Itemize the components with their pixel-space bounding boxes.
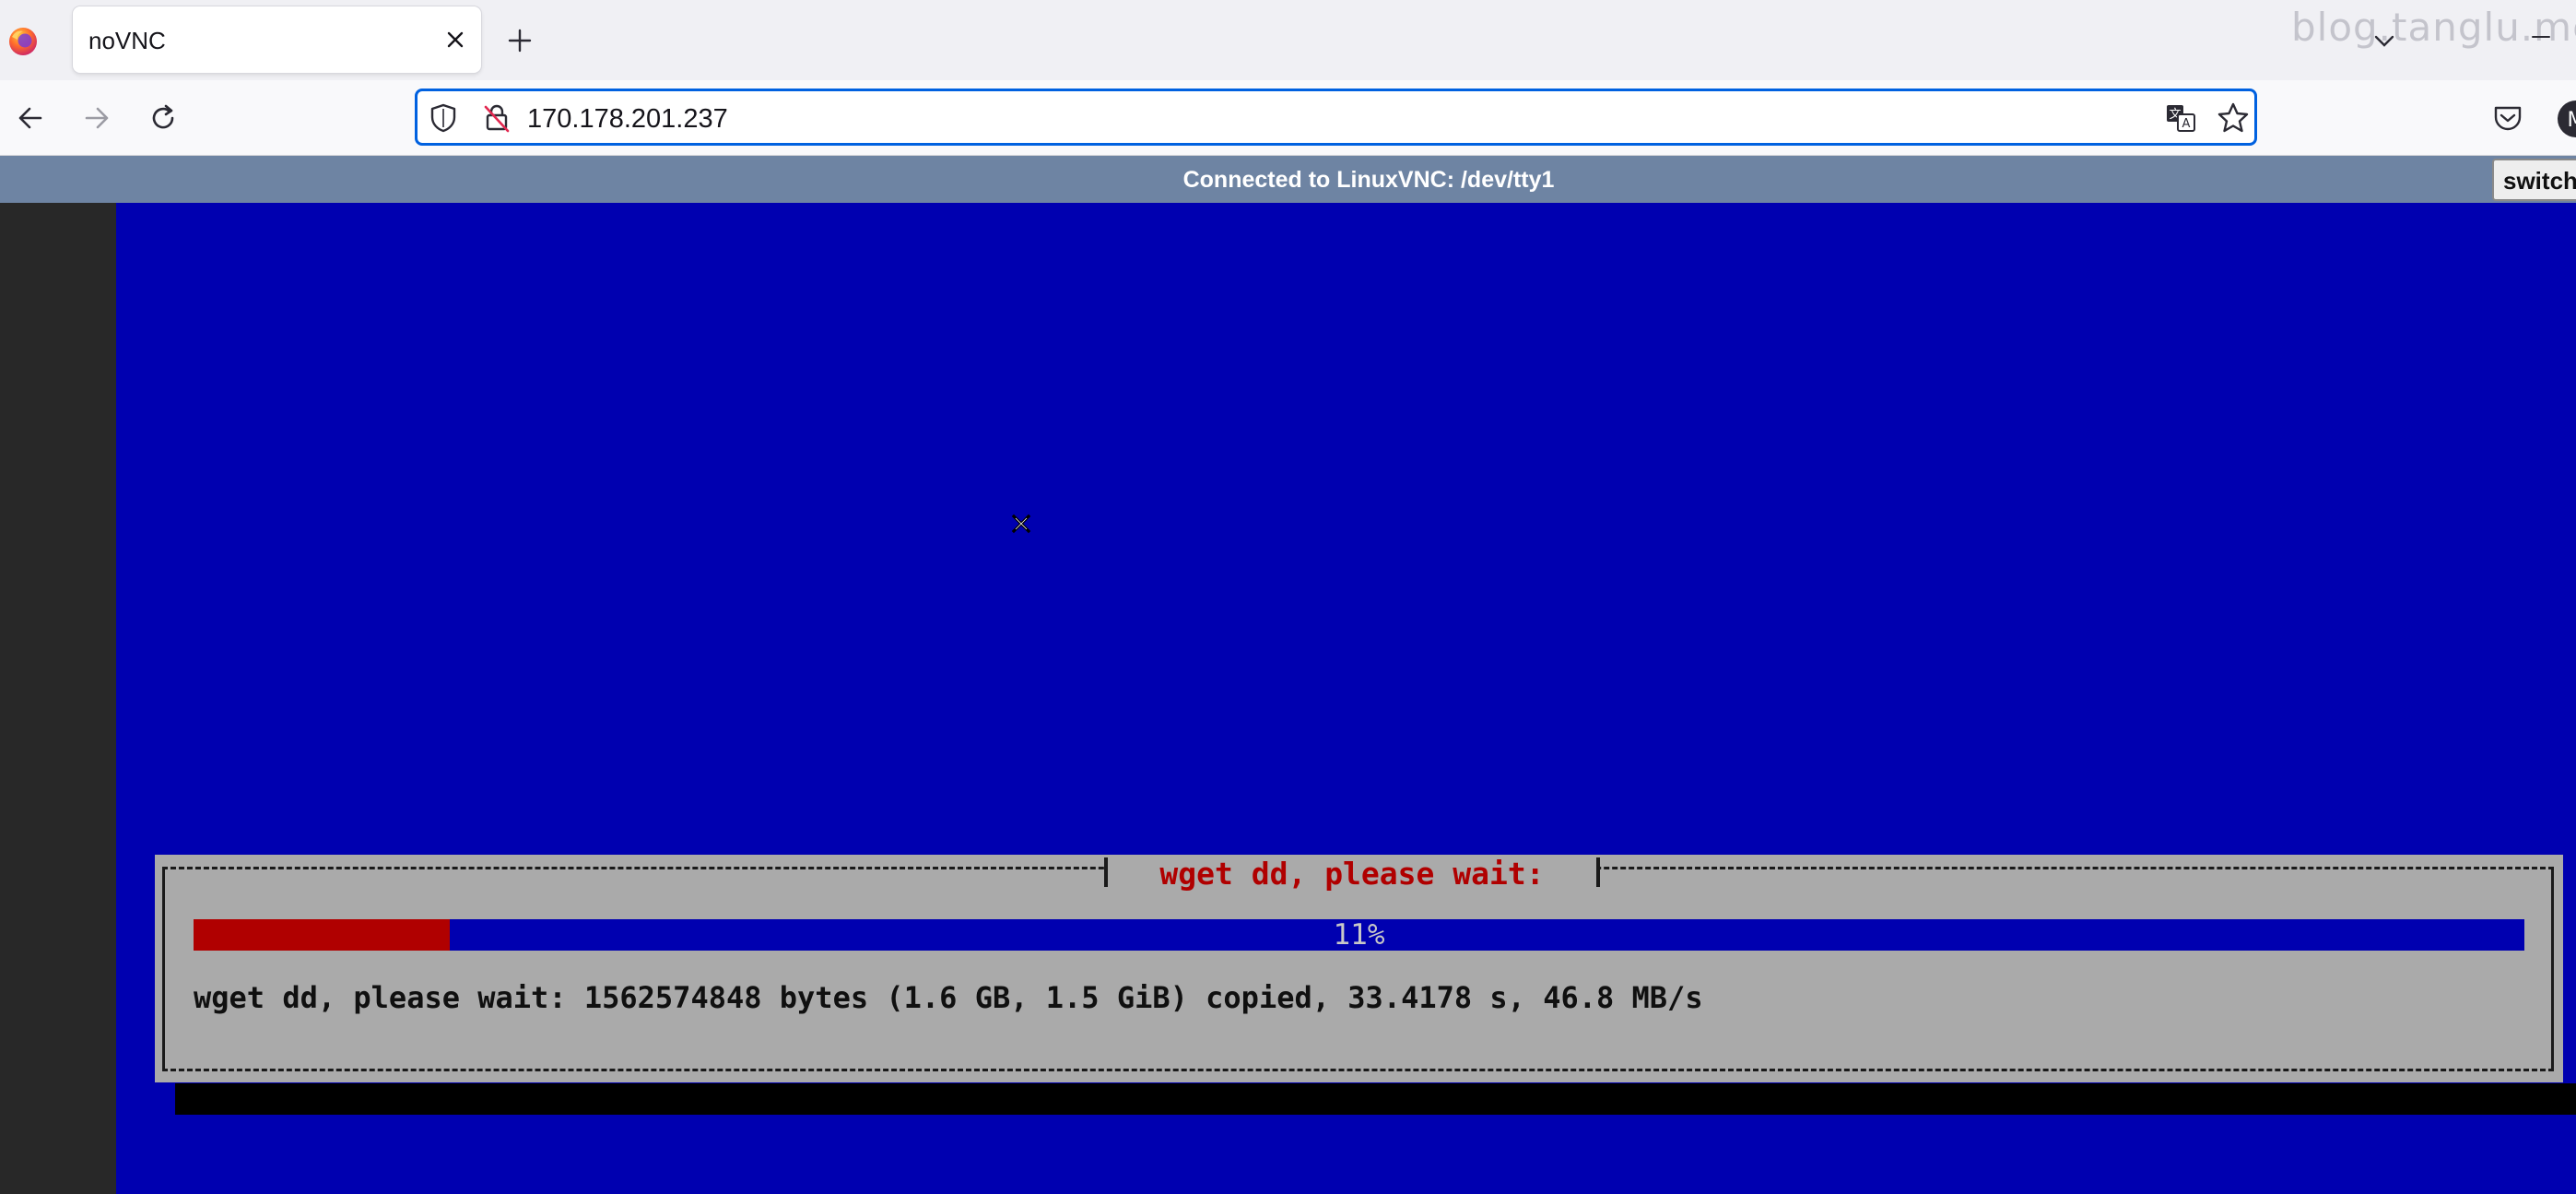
url-bar[interactable]: 170.178.201.237 文 A — [415, 89, 2257, 146]
new-tab-plus-icon[interactable] — [505, 26, 535, 55]
back-arrow-icon[interactable] — [13, 100, 48, 136]
account-icon[interactable]: M — [2555, 98, 2576, 140]
svg-text:A: A — [2182, 117, 2191, 131]
shield-icon[interactable] — [427, 101, 460, 135]
lock-slash-icon[interactable] — [480, 101, 513, 135]
reload-icon[interactable] — [146, 100, 181, 136]
tab-title: noVNC — [88, 27, 166, 54]
progress-dialog: wget dd, please wait: 11% wget dd, pleas… — [155, 855, 2563, 1082]
progress-message: wget dd, please wait: 1562574848 bytes (… — [194, 980, 1703, 1015]
connection-status: Connected to LinuxVNC: /dev/tty1 — [1182, 167, 1555, 193]
dialog-title-box: wget dd, please wait: — [1104, 856, 1600, 892]
url-text[interactable]: 170.178.201.237 — [527, 104, 728, 135]
forward-arrow-icon[interactable] — [79, 100, 114, 136]
novnc-status-bar: Connected to LinuxVNC: /dev/tty1 switch — [0, 156, 2576, 203]
translate-icon[interactable]: 文 A — [2163, 100, 2198, 136]
x-cursor-icon — [1011, 514, 1031, 534]
tab-strip: noVNC blog.tanglu.me — [0, 0, 2576, 80]
switch-button[interactable]: switch — [2492, 159, 2576, 201]
chevron-down-icon[interactable] — [2372, 31, 2396, 50]
vnc-left-gutter — [0, 203, 116, 1194]
dialog-border — [162, 867, 2554, 1071]
progress-percent: 11% — [1333, 918, 1385, 952]
tab-novnc[interactable]: noVNC — [73, 6, 481, 73]
pocket-icon[interactable] — [2490, 100, 2525, 136]
navigation-bar: 170.178.201.237 文 A M — [0, 80, 2576, 156]
minimize-icon[interactable] — [2527, 28, 2555, 46]
firefox-logo-icon[interactable] — [7, 26, 39, 57]
svg-text:M: M — [2568, 109, 2576, 132]
star-icon[interactable] — [2216, 100, 2251, 136]
close-icon[interactable] — [442, 27, 468, 53]
dialog-shadow — [175, 1083, 2576, 1115]
dialog-title: wget dd, please wait: — [1141, 856, 1563, 892]
switch-label: switch — [2503, 167, 2576, 195]
progress-gauge: 11% — [194, 919, 2524, 951]
